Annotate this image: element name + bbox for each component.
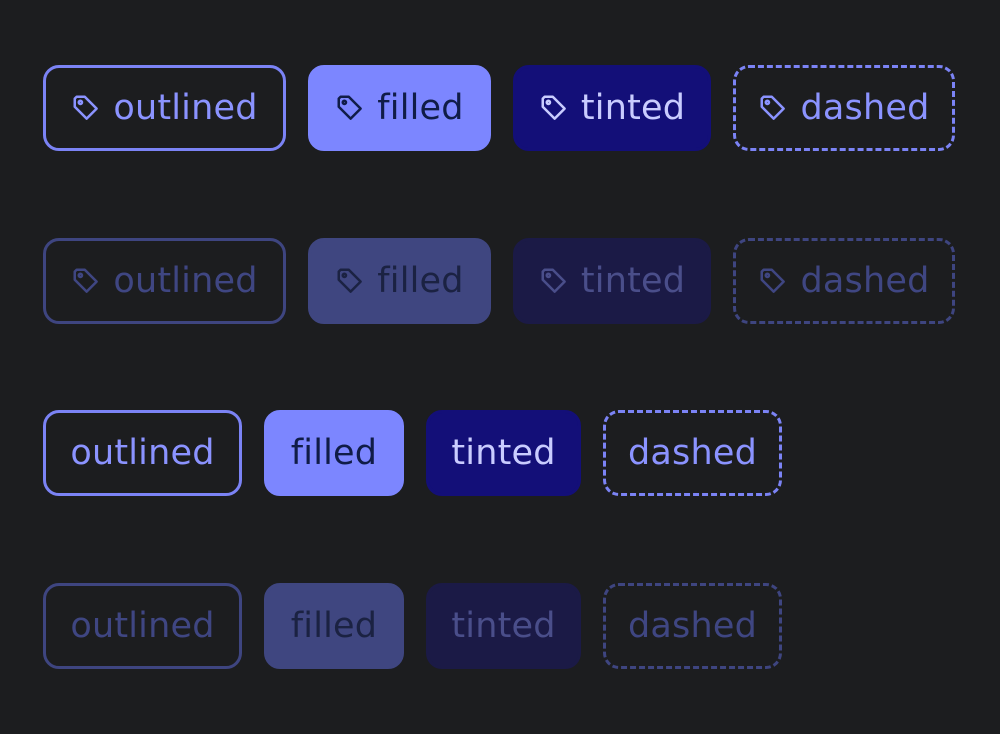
chip-row-disabled: outlined filled tinted dashed — [43, 583, 782, 669]
chip-outlined-disabled: outlined — [43, 238, 286, 324]
tag-icon — [71, 93, 101, 123]
chip-row-enabled: outlined filled tinted dashed — [43, 410, 782, 496]
tag-icon — [335, 266, 365, 296]
chip-label: outlined — [113, 261, 258, 301]
chip-row-enabled-icon: outlined filled tinted dashed — [43, 65, 955, 151]
chip-filled[interactable]: filled — [308, 65, 491, 151]
chip-outlined[interactable]: outlined — [43, 65, 286, 151]
chip-label: tinted — [451, 606, 556, 646]
chip-label: dashed — [800, 88, 930, 128]
chip-outlined[interactable]: outlined — [43, 410, 242, 496]
chip-dashed[interactable]: dashed — [733, 65, 955, 151]
tag-icon — [758, 266, 788, 296]
tag-icon — [71, 266, 101, 296]
chip-label: outlined — [113, 88, 258, 128]
chip-label: tinted — [580, 261, 686, 301]
chip-dashed-disabled: dashed — [733, 238, 955, 324]
tag-icon — [758, 93, 788, 123]
chip-label: filled — [290, 606, 378, 646]
chip-label: filled — [290, 433, 378, 473]
chip-label: filled — [377, 261, 464, 301]
tag-icon — [335, 93, 365, 123]
chip-row-disabled-icon: outlined filled tinted dashed — [43, 238, 955, 324]
chip-dashed[interactable]: dashed — [603, 410, 782, 496]
chip-label: tinted — [580, 88, 686, 128]
chip-label: dashed — [627, 606, 758, 646]
chip-tinted[interactable]: tinted — [513, 65, 711, 151]
chip-filled[interactable]: filled — [264, 410, 404, 496]
tag-icon — [539, 93, 569, 123]
chip-label: outlined — [70, 433, 215, 473]
chip-tinted-disabled: tinted — [426, 583, 581, 669]
chip-label: outlined — [70, 606, 215, 646]
chip-label: dashed — [627, 433, 758, 473]
chip-tinted-disabled: tinted — [513, 238, 711, 324]
chip-tinted[interactable]: tinted — [426, 410, 581, 496]
chip-filled-disabled: filled — [308, 238, 491, 324]
chip-filled-disabled: filled — [264, 583, 404, 669]
chip-dashed-disabled: dashed — [603, 583, 782, 669]
tag-icon — [539, 266, 569, 296]
chip-label: filled — [377, 88, 464, 128]
chip-label: dashed — [800, 261, 930, 301]
chip-label: tinted — [451, 433, 556, 473]
chip-outlined-disabled: outlined — [43, 583, 242, 669]
